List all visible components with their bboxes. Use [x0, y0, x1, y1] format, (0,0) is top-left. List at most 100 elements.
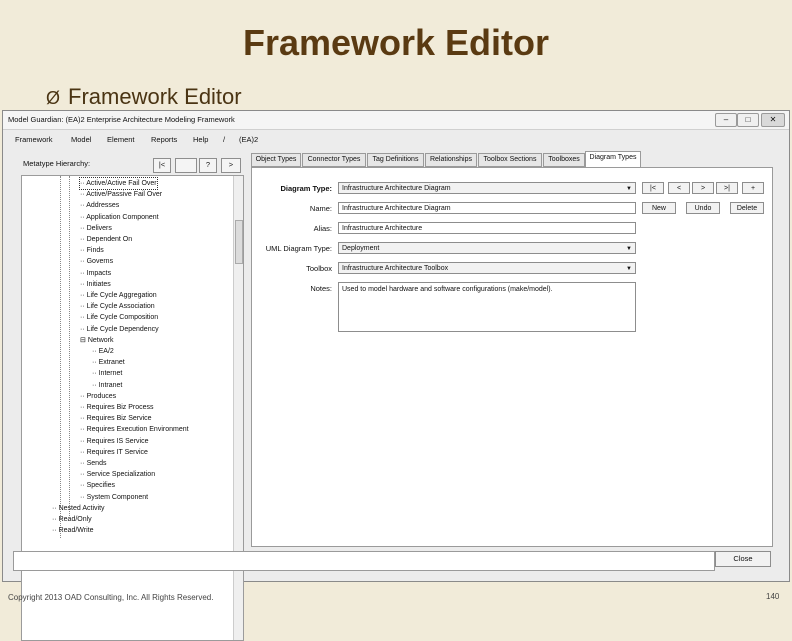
- tree-item[interactable]: ·· Initiates: [80, 279, 111, 290]
- tree-item-label: Specifies: [86, 482, 116, 490]
- tree-item[interactable]: ·· Requires IT Service: [80, 447, 148, 458]
- tree-item[interactable]: ·· Governs: [80, 256, 113, 267]
- chevron-down-icon: ▼: [626, 246, 632, 252]
- tree-item[interactable]: ·· Life Cycle Composition: [80, 312, 158, 323]
- metatype-tree[interactable]: ·· Active/Active Fail Over ·· Active/Pass…: [21, 175, 244, 641]
- menu-framework[interactable]: Framework: [15, 135, 53, 144]
- tree-item-label: Addresses: [86, 202, 120, 210]
- tree-item-label: Read/Only: [58, 516, 92, 523]
- tree-item-label: Nested Activity: [58, 504, 105, 512]
- menu-reports[interactable]: Reports: [151, 135, 177, 144]
- tree-item[interactable]: ·· Requires IS Service: [80, 436, 148, 447]
- toolbox-select[interactable]: Infrastructure Architecture Toolbox ▼: [338, 262, 636, 274]
- last-record-button[interactable]: >|: [716, 182, 738, 194]
- tree-connector: ··: [80, 247, 87, 255]
- tree-help-button[interactable]: ?: [199, 158, 217, 173]
- tree-item[interactable]: ·· Extranet: [92, 357, 125, 368]
- tree-item[interactable]: ·· Finds: [80, 245, 104, 256]
- tree-item[interactable]: ·· Dependent On: [80, 234, 132, 245]
- tree-item[interactable]: ·· Life Cycle Aggregation: [80, 290, 157, 301]
- tab-diagram-types[interactable]: Diagram Types: [585, 151, 641, 168]
- tree-item[interactable]: ·· Life Cycle Dependency: [80, 324, 159, 335]
- tree-item[interactable]: ·· Read/Write: [52, 525, 94, 536]
- new-button[interactable]: New: [642, 202, 676, 214]
- tree-blank-button[interactable]: [175, 158, 197, 173]
- tree-item-label: Requires Biz Process: [86, 404, 154, 411]
- tree-item[interactable]: ·· Delivers: [80, 223, 112, 234]
- tree-item[interactable]: ·· Specifies: [80, 480, 115, 491]
- window-titlebar: Model Guardian: (EA)2 Enterprise Archite…: [3, 111, 789, 130]
- menu-separator: /: [223, 135, 226, 144]
- next-record-button[interactable]: >: [692, 182, 714, 194]
- tree-item-label: Intranet: [98, 381, 123, 389]
- name-input[interactable]: Infrastructure Architecture Diagram: [338, 202, 636, 214]
- tree-connector: ··: [80, 392, 87, 400]
- tree-item[interactable]: ·· Impacts: [80, 268, 111, 279]
- tree-connector: ··: [52, 504, 59, 512]
- tree-item-label: Extranet: [98, 359, 125, 367]
- tree-item-label: EA/2: [98, 348, 114, 355]
- tree-item[interactable]: ·· Read/Only: [52, 514, 92, 525]
- tree-item-label: Impacts: [86, 269, 112, 277]
- tree-item[interactable]: ·· Addresses: [80, 200, 119, 211]
- tree-item[interactable]: ·· Requires Biz Service: [80, 413, 152, 424]
- uml-diagram-type-label: UML Diagram Type:: [265, 244, 332, 253]
- tree-connector: ··: [80, 471, 87, 479]
- minimize-button[interactable]: –: [715, 113, 737, 127]
- bullet-arrow-icon: Ø: [46, 88, 61, 108]
- tree-first-button[interactable]: |<: [153, 158, 171, 173]
- tree-item[interactable]: ·· Requires Biz Process: [80, 402, 154, 413]
- uml-diagram-type-select[interactable]: Deployment ▼: [338, 242, 636, 254]
- maximize-button[interactable]: □: [737, 113, 759, 127]
- window-close-button[interactable]: ✕: [761, 113, 785, 127]
- menu-model[interactable]: Model: [71, 135, 91, 144]
- tree-next-button[interactable]: >: [221, 158, 241, 173]
- tab-toolbox-sections[interactable]: Toolbox Sections: [478, 153, 542, 167]
- notes-textarea[interactable]: Used to model hardware and software conf…: [338, 282, 636, 332]
- tree-item[interactable]: ·· Nested Activity: [52, 503, 105, 514]
- tree-item[interactable]: ·· Life Cycle Association: [80, 301, 155, 312]
- tree-item[interactable]: ·· EA/2: [92, 346, 114, 357]
- uml-diagram-type-value: Deployment: [342, 245, 380, 252]
- close-button[interactable]: Close: [715, 551, 771, 567]
- tree-item-label: Application Component: [86, 213, 159, 221]
- tree-connector: ··: [80, 303, 87, 311]
- tree-item[interactable]: ·· Requires Execution Environment: [80, 424, 189, 435]
- tree-connector: ··: [80, 493, 87, 501]
- tree-item[interactable]: ·· Internet: [92, 368, 122, 379]
- delete-button[interactable]: Delete: [730, 202, 764, 214]
- tree-item-label: Life Cycle Association: [86, 303, 155, 311]
- first-record-button[interactable]: |<: [642, 182, 664, 194]
- tab-relationships[interactable]: Relationships: [425, 153, 477, 167]
- tab-tag-definitions[interactable]: Tag Definitions: [367, 153, 424, 167]
- tree-item-label: Life Cycle Aggregation: [86, 292, 157, 299]
- tab-toolboxes[interactable]: Toolboxes: [543, 153, 585, 167]
- menu-ea2[interactable]: (EA)2: [239, 135, 258, 144]
- tree-scrollbar-thumb[interactable]: [235, 220, 243, 264]
- tree-connector: ··: [80, 269, 87, 277]
- tree-item[interactable]: ·· Active/Passive Fail Over: [80, 189, 162, 200]
- undo-button[interactable]: Undo: [686, 202, 720, 214]
- tree-item[interactable]: ·· Application Component: [80, 212, 159, 223]
- tree-item[interactable]: ·· System Component: [80, 492, 148, 503]
- tree-connector: ··: [80, 437, 87, 445]
- tree-item[interactable]: ·· Produces: [80, 391, 116, 402]
- tab-connector-types[interactable]: Connector Types: [302, 153, 366, 167]
- tree-connector: ··: [80, 448, 87, 456]
- tree-item[interactable]: ·· Service Specialization: [80, 469, 155, 480]
- tree-item[interactable]: ·· Active/Active Fail Over: [79, 177, 158, 190]
- previous-record-button[interactable]: <: [668, 182, 690, 194]
- tree-item[interactable]: ·· Sends: [80, 458, 106, 469]
- add-record-button[interactable]: +: [742, 182, 764, 194]
- menu-bar: Framework Model Element Reports Help / (…: [3, 131, 789, 145]
- alias-label: Alias:: [313, 224, 332, 233]
- tree-item[interactable]: ⊟ Network: [80, 335, 114, 346]
- diagram-type-select[interactable]: Infrastructure Architecture Diagram ▼: [338, 182, 636, 194]
- alias-input[interactable]: Infrastructure Architecture: [338, 222, 636, 234]
- tab-object-types[interactable]: Object Types: [251, 153, 301, 167]
- tree-connector: ··: [52, 516, 59, 523]
- tree-item-label: Read/Write: [58, 527, 94, 535]
- menu-element[interactable]: Element: [107, 135, 135, 144]
- menu-help[interactable]: Help: [193, 135, 208, 144]
- tree-item[interactable]: ·· Intranet: [92, 380, 122, 391]
